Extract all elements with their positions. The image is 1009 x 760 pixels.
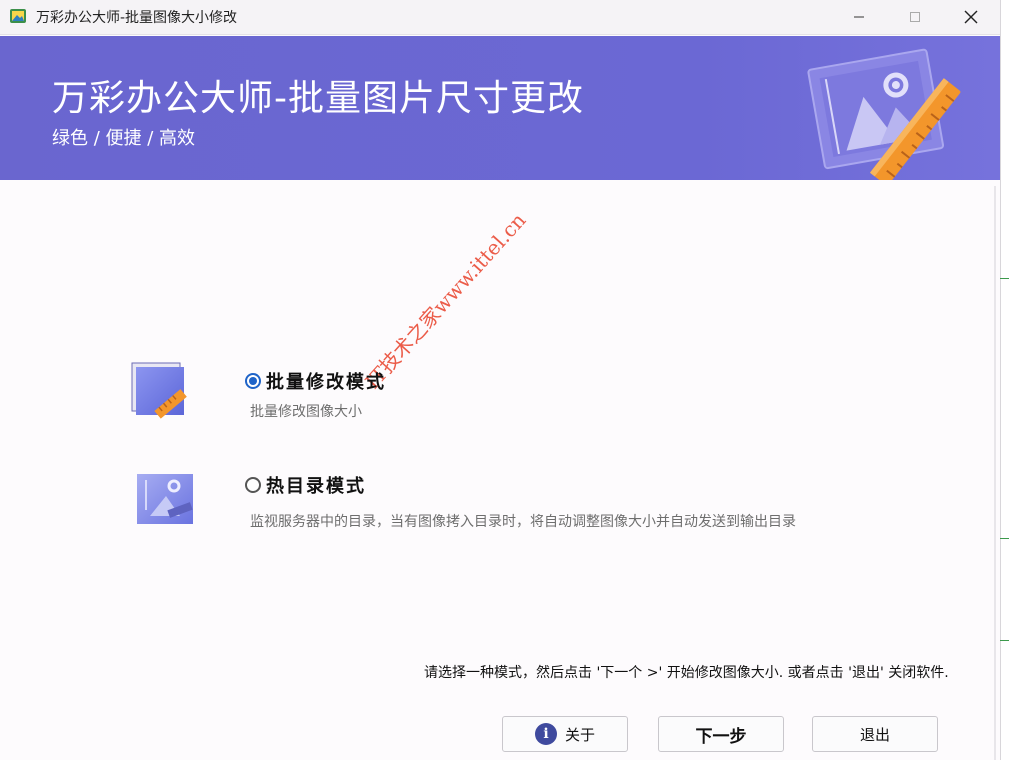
title-bar: 万彩办公大师-批量图像大小修改 bbox=[0, 0, 1000, 35]
minimize-button[interactable] bbox=[836, 0, 882, 34]
exit-button-label: 退出 bbox=[859, 725, 890, 744]
header-banner: 万彩办公大师-批量图片尺寸更改 绿色 / 便捷 / 高效 bbox=[0, 36, 1000, 180]
hot-folder-icon bbox=[137, 474, 193, 524]
mode-desc-batch: 批量修改图像大小 bbox=[250, 404, 362, 420]
mode-label-hot-folder[interactable]: 热目录模式 bbox=[266, 472, 366, 498]
mode-label-batch[interactable]: 批量修改模式 bbox=[266, 368, 386, 394]
edge-mark bbox=[1000, 640, 1009, 641]
window-edge bbox=[1000, 0, 1009, 760]
maximize-button[interactable] bbox=[892, 0, 938, 34]
info-icon: i bbox=[534, 723, 557, 745]
instruction-text: 请选择一种模式，然后点击 '下一个 >' 开始修改图像大小. 或者点击 '退出'… bbox=[424, 665, 949, 681]
edge-mark bbox=[1000, 538, 1009, 539]
exit-button[interactable]: 退出 bbox=[812, 716, 938, 752]
radio-hot-folder-mode[interactable] bbox=[245, 477, 261, 493]
next-button-label: 下一步 bbox=[695, 726, 747, 747]
window-title: 万彩办公大师-批量图像大小修改 bbox=[36, 10, 238, 26]
close-button[interactable] bbox=[948, 0, 994, 34]
watermark-text: IT技术之家www.ittel.cn bbox=[360, 208, 531, 394]
mode-desc-hot-folder: 监视服务器中的目录，当有图像拷入目录时，将自动调整图像大小并自动发送到输出目录 bbox=[250, 514, 796, 530]
maximize-icon bbox=[910, 12, 920, 22]
next-button[interactable]: 下一步 bbox=[658, 716, 784, 752]
picture-ruler-icon bbox=[807, 48, 961, 180]
about-button[interactable]: i 关于 bbox=[502, 716, 628, 752]
batch-resize-icon bbox=[131, 362, 187, 419]
about-button-label: 关于 bbox=[564, 725, 595, 744]
close-icon bbox=[964, 10, 978, 24]
photo-app-icon bbox=[10, 9, 26, 23]
minimize-icon bbox=[854, 16, 864, 18]
edge-mark bbox=[1000, 278, 1009, 279]
radio-batch-mode[interactable] bbox=[245, 373, 261, 389]
header-subtitle: 绿色 / 便捷 / 高效 bbox=[52, 128, 196, 149]
header-title: 万彩办公大师-批量图片尺寸更改 bbox=[52, 78, 584, 119]
scrollbar-track[interactable] bbox=[994, 186, 996, 760]
